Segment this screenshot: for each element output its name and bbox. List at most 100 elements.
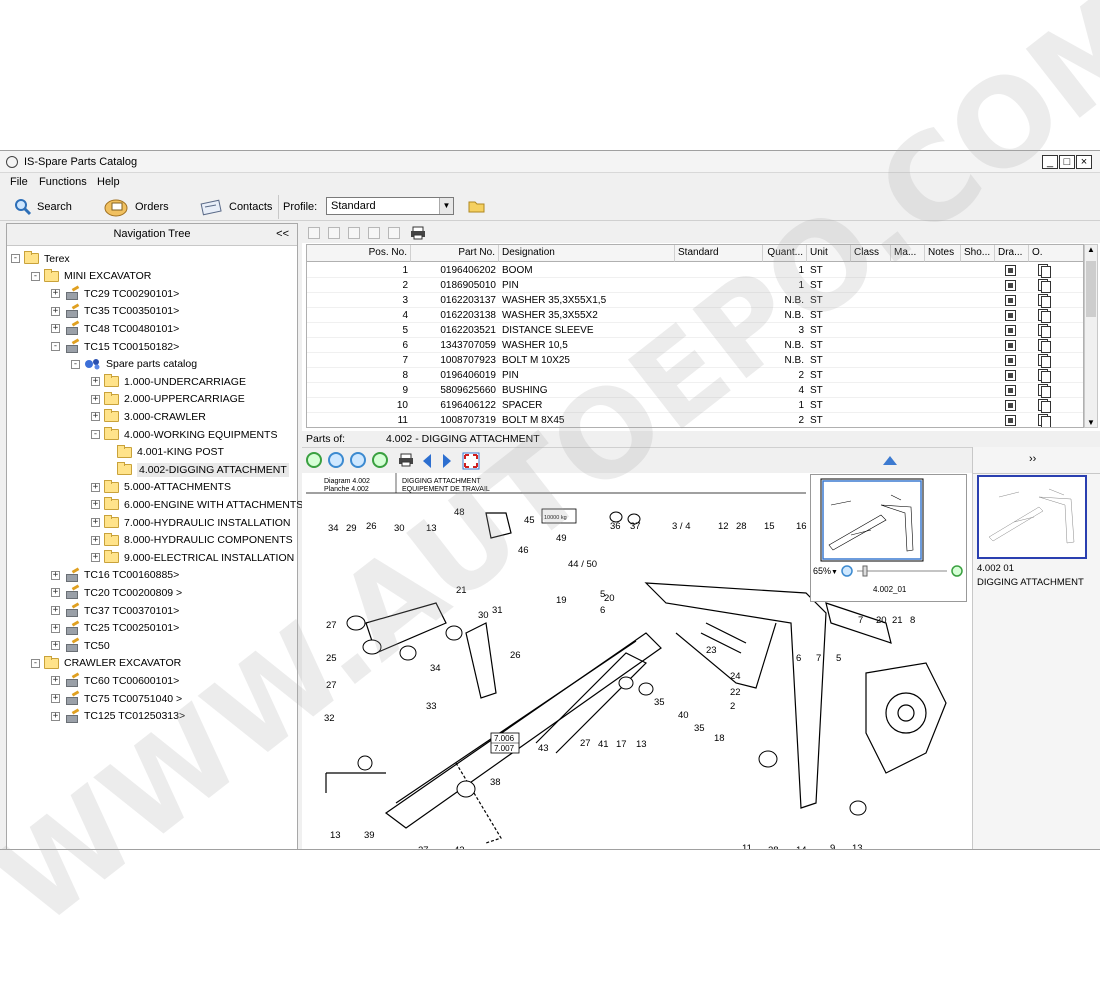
- callout-number[interactable]: 34: [328, 523, 339, 534]
- callout-number[interactable]: 17: [616, 739, 627, 750]
- column-header[interactable]: Quant...: [763, 245, 807, 262]
- documents-icon[interactable]: [1037, 414, 1051, 427]
- tree-item[interactable]: + TC60 TC00600101>: [51, 672, 179, 689]
- expand-icon[interactable]: +: [51, 588, 60, 598]
- callout-number[interactable]: 27: [580, 738, 591, 749]
- collapse-icon[interactable]: -: [11, 254, 20, 263]
- documents-icon[interactable]: [1037, 264, 1051, 278]
- callout-number[interactable]: 9: [830, 843, 835, 850]
- drawing-icon[interactable]: [1005, 280, 1016, 291]
- callout-number[interactable]: 41: [598, 739, 609, 750]
- tree-item[interactable]: - Spare parts catalog: [71, 356, 197, 373]
- zoom-dropdown-icon[interactable]: ▼: [831, 569, 838, 576]
- callout-number[interactable]: 32: [324, 713, 335, 724]
- tree-item[interactable]: + TC75 TC00751040 >: [51, 690, 182, 707]
- callout-number[interactable]: 28: [736, 521, 747, 532]
- tree-item[interactable]: + TC29 TC00290101>: [51, 285, 179, 302]
- callout-number[interactable]: 48: [454, 507, 465, 518]
- tree-item[interactable]: - TC15 TC00150182>: [51, 338, 179, 355]
- menu-help[interactable]: Help: [97, 176, 120, 188]
- callout-number[interactable]: 21: [892, 615, 903, 626]
- callout-number[interactable]: 37: [630, 521, 641, 532]
- expand-icon[interactable]: +: [91, 377, 100, 387]
- callout-number[interactable]: 42: [454, 845, 465, 850]
- fullscreen-icon[interactable]: [462, 452, 480, 470]
- callout-number[interactable]: 35: [654, 697, 665, 708]
- callout-number[interactable]: 18: [714, 733, 725, 744]
- callout-number[interactable]: 26: [510, 650, 521, 661]
- callout-number[interactable]: 21: [456, 585, 467, 596]
- columns-icon[interactable]: [368, 227, 380, 239]
- documents-icon[interactable]: [1037, 384, 1051, 398]
- collapse-button[interactable]: <<: [276, 224, 289, 244]
- callout-number[interactable]: 43: [538, 743, 549, 754]
- tree-item[interactable]: + TC48 TC00480101>: [51, 320, 179, 337]
- drawing-icon[interactable]: [1005, 340, 1016, 351]
- callout-number[interactable]: 22: [730, 687, 741, 698]
- scroll-thumb[interactable]: [1086, 261, 1096, 317]
- callout-number[interactable]: 30: [478, 610, 489, 621]
- callout-number[interactable]: 15: [764, 521, 775, 532]
- column-header[interactable]: Unit: [807, 245, 851, 262]
- tree-item[interactable]: + TC37 TC00370101>: [51, 602, 179, 619]
- callout-number[interactable]: 13: [330, 830, 341, 841]
- column-header[interactable]: Designation: [499, 245, 675, 262]
- tree-item[interactable]: +8.000-HYDRAULIC COMPONENTS: [91, 532, 293, 549]
- previous-icon[interactable]: [420, 453, 434, 469]
- drawing-icon[interactable]: [1005, 325, 1016, 336]
- callout-number[interactable]: 23: [706, 645, 717, 656]
- zoom-slider-handle[interactable]: [862, 565, 868, 577]
- note-icon[interactable]: [348, 227, 360, 239]
- zoom-fit-icon[interactable]: [306, 452, 322, 468]
- documents-icon[interactable]: [1037, 309, 1051, 323]
- callout-number[interactable]: 29: [346, 523, 357, 534]
- column-header[interactable]: Part No.: [411, 245, 499, 262]
- diagram-print-icon[interactable]: [398, 453, 414, 467]
- collapse-icon[interactable]: -: [31, 658, 40, 668]
- column-header[interactable]: Sho...: [961, 245, 995, 262]
- callout-number[interactable]: 36: [610, 521, 621, 532]
- close-button[interactable]: ×: [1076, 155, 1092, 169]
- tree-item[interactable]: 4.002-DIGGING ATTACHMENT: [113, 461, 289, 478]
- contacts-button[interactable]: Contacts: [200, 197, 272, 217]
- chevron-up-icon[interactable]: [882, 454, 898, 466]
- callout-number[interactable]: 24: [730, 671, 741, 682]
- callout-number[interactable]: 11: [742, 843, 752, 850]
- callout-number[interactable]: 31: [492, 605, 503, 616]
- search-button[interactable]: Search: [14, 197, 72, 217]
- print-icon[interactable]: [410, 226, 426, 240]
- callout-number[interactable]: 28: [768, 845, 779, 850]
- callout-number[interactable]: 35: [694, 723, 705, 734]
- callout-number[interactable]: 6: [600, 605, 605, 616]
- expand-icon[interactable]: +: [51, 306, 60, 316]
- drawing-icon[interactable]: [1005, 370, 1016, 381]
- drawing-icon[interactable]: [1005, 385, 1016, 396]
- expand-icon[interactable]: +: [51, 606, 60, 615]
- expand-icon[interactable]: +: [91, 553, 100, 563]
- callout-number[interactable]: 5: [600, 589, 605, 600]
- scroll-up-icon[interactable]: ▲: [1085, 245, 1097, 254]
- expand-icon[interactable]: +: [91, 394, 100, 404]
- documents-icon[interactable]: [1037, 339, 1051, 353]
- callout-number[interactable]: 12: [718, 521, 729, 532]
- collapse-icon[interactable]: -: [31, 271, 40, 281]
- menu-functions[interactable]: Functions: [39, 176, 87, 188]
- copy-icon[interactable]: [308, 227, 320, 239]
- callout-number[interactable]: 13: [852, 843, 863, 850]
- callout-number[interactable]: 14: [796, 845, 807, 850]
- callout-number[interactable]: 26: [366, 521, 377, 532]
- zoom-window-icon[interactable]: [328, 452, 344, 468]
- documents-icon[interactable]: [1037, 324, 1051, 338]
- drawing-icon[interactable]: [1005, 265, 1016, 276]
- tree-item[interactable]: +3.000-CRAWLER: [91, 408, 206, 425]
- column-header[interactable]: Standard: [675, 245, 763, 262]
- column-header[interactable]: Class: [851, 245, 891, 262]
- expand-icon[interactable]: +: [51, 711, 60, 721]
- column-header[interactable]: Notes: [925, 245, 961, 262]
- tree-item[interactable]: + TC35 TC00350101>: [51, 303, 179, 320]
- callout-number[interactable]: 46: [518, 545, 529, 556]
- collapse-icon[interactable]: -: [71, 359, 80, 369]
- expand-icon[interactable]: +: [91, 482, 100, 492]
- scroll-down-icon[interactable]: ▼: [1085, 418, 1097, 427]
- expand-icon[interactable]: +: [51, 623, 60, 633]
